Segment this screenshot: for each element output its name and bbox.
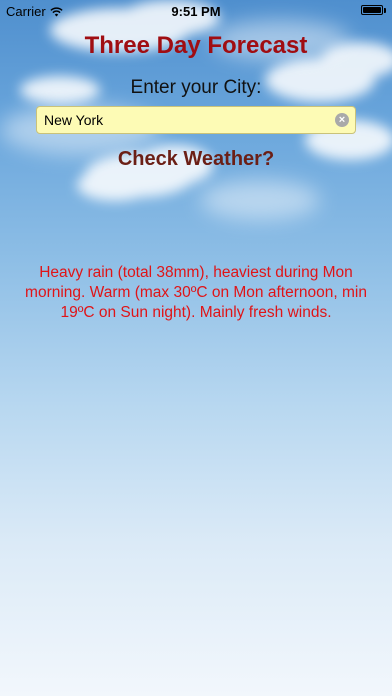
status-bar: Carrier 9:51 PM bbox=[0, 0, 392, 22]
status-right bbox=[361, 5, 386, 15]
status-time: 9:51 PM bbox=[171, 4, 221, 19]
clear-circle-icon[interactable]: × bbox=[335, 113, 349, 127]
battery-fill bbox=[363, 7, 381, 13]
city-input[interactable] bbox=[44, 107, 324, 133]
page-title: Three Day Forecast bbox=[84, 32, 308, 59]
forecast-text: Heavy rain (total 38mm), heaviest during… bbox=[25, 264, 367, 321]
city-prompt-label: Enter your City: bbox=[130, 77, 262, 98]
city-field[interactable]: × bbox=[36, 106, 356, 134]
check-weather-button[interactable]: Check Weather? bbox=[0, 148, 392, 171]
battery-tip bbox=[384, 7, 386, 13]
battery-icon bbox=[361, 5, 383, 15]
